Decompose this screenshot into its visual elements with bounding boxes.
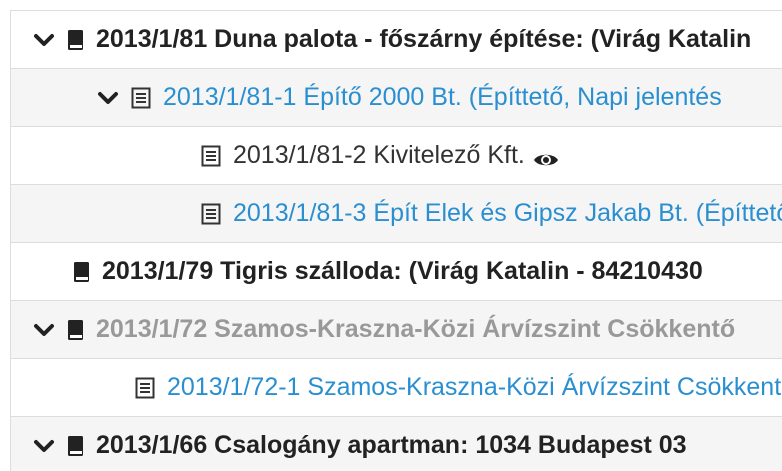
document-icon [201,145,221,167]
tree-node-link[interactable]: 2013/1/81-1 Építő 2000 Bt. (Építtető, Na… [163,83,722,112]
eye-icon[interactable] [533,147,559,165]
chevron-down-icon[interactable] [97,87,119,109]
tree-node-label[interactable]: 2013/1/72 Szamos-Kraszna-Közi Árvízszint… [96,315,735,344]
project-tree: 2013/1/81 Duna palota - főszárny építése… [10,10,782,471]
tree-node-link[interactable]: 2013/1/81-3 Épít Elek és Gipsz Jakab Bt.… [233,199,782,228]
book-icon [73,261,90,283]
tree-node-label[interactable]: 2013/1/66 Csalogány apartman: 1034 Budap… [96,431,687,460]
chevron-down-icon[interactable] [33,435,55,457]
chevron-down-icon[interactable] [33,319,55,341]
document-icon [201,203,221,225]
tree-node-link[interactable]: 2013/1/72-1 Szamos-Kraszna-Közi Árvízszi… [167,373,782,402]
document-icon [131,87,151,109]
tree-node-2013-1-81[interactable]: 2013/1/81 Duna palota - főszárny építése… [11,11,782,69]
tree-node-label[interactable]: 2013/1/81 Duna palota - főszárny építése… [96,25,751,54]
tree-node-2013-1-72-1[interactable]: 2013/1/72-1 Szamos-Kraszna-Közi Árvízszi… [11,359,782,417]
tree-node-2013-1-81-3[interactable]: 2013/1/81-3 Épít Elek és Gipsz Jakab Bt.… [11,185,782,243]
tree-node-2013-1-81-2[interactable]: 2013/1/81-2 Kivitelező Kft. [11,127,782,185]
tree-node-2013-1-79[interactable]: 2013/1/79 Tigris szálloda: (Virág Katali… [11,243,782,301]
book-icon [67,29,84,51]
tree-node-label[interactable]: 2013/1/79 Tigris szálloda: (Virág Katali… [102,257,703,286]
tree-node-2013-1-66[interactable]: 2013/1/66 Csalogány apartman: 1034 Budap… [11,417,782,471]
book-icon [67,319,84,341]
tree-node-2013-1-81-1[interactable]: 2013/1/81-1 Építő 2000 Bt. (Építtető, Na… [11,69,782,127]
book-icon [67,435,84,457]
tree-node-2013-1-72[interactable]: 2013/1/72 Szamos-Kraszna-Közi Árvízszint… [11,301,782,359]
document-icon [135,377,155,399]
tree-node-label: 2013/1/81-2 Kivitelező Kft. [233,141,525,169]
chevron-down-icon[interactable] [33,29,55,51]
